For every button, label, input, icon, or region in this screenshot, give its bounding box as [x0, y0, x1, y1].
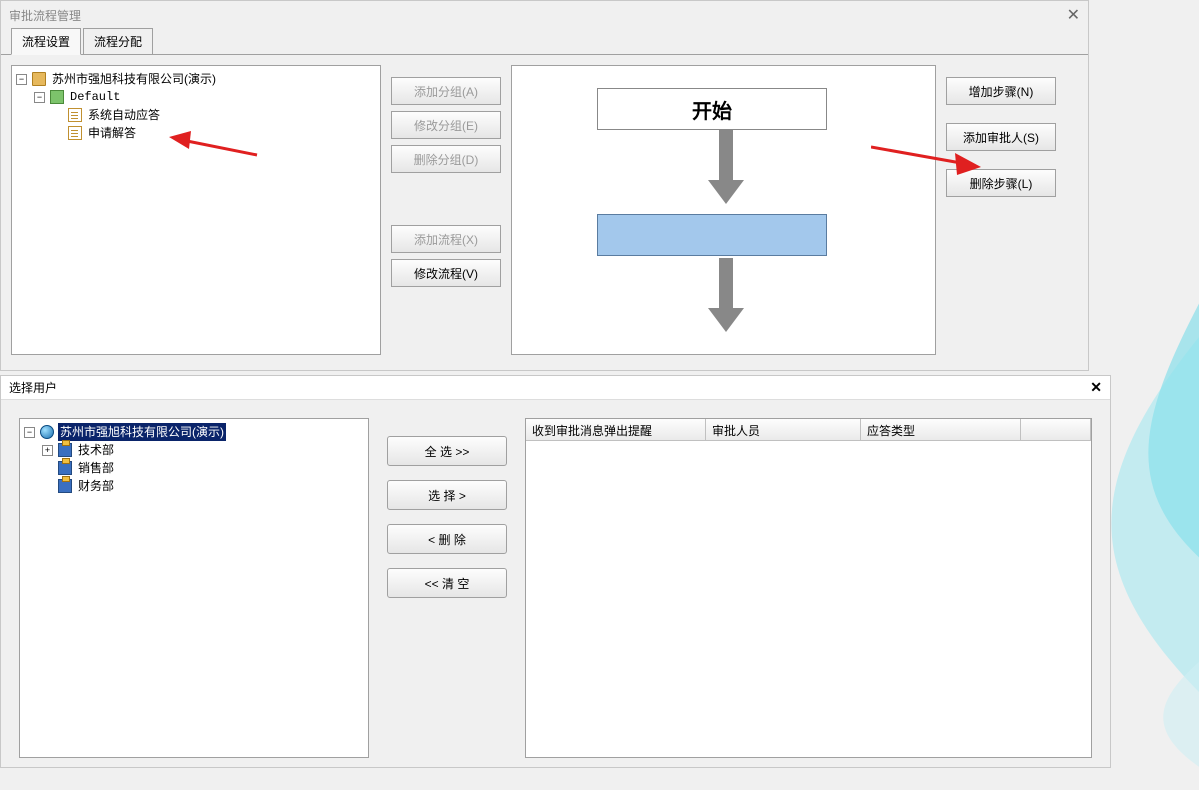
close-icon[interactable]: ✕	[1090, 379, 1102, 396]
remove-button[interactable]: < 删 除	[387, 524, 507, 554]
delete-group-button[interactable]: 删除分组(D)	[391, 145, 501, 173]
approval-flow-window: 审批流程管理 ✕ 流程设置 流程分配 − 苏州市强旭科技有限公司(演示) −	[0, 0, 1089, 371]
tab-flow-settings[interactable]: 流程设置	[11, 28, 81, 55]
user-tree-panel: − 苏州市强旭科技有限公司(演示) + 技术部	[19, 418, 369, 758]
grid-col-popup[interactable]: 收到审批消息弹出提醒	[526, 419, 706, 440]
arrow-down-icon	[708, 130, 744, 204]
step-buttons: 增加步骤(N) 添加审批人(S) 删除步骤(L)	[946, 65, 1056, 197]
collapse-icon[interactable]: −	[24, 427, 35, 438]
tree-autoreply[interactable]: 系统自动应答	[52, 106, 376, 124]
tree-root-company[interactable]: − 苏州市强旭科技有限公司(演示)	[24, 423, 364, 441]
win1-title: 审批流程管理	[9, 7, 81, 24]
select-button[interactable]: 选 择 >	[387, 480, 507, 510]
tree-root[interactable]: − 苏州市强旭科技有限公司(演示)	[16, 70, 376, 88]
picker-buttons: 全 选 >> 选 择 > < 删 除 << 清 空	[387, 418, 507, 598]
collapse-icon[interactable]: −	[34, 92, 45, 103]
edit-flow-button[interactable]: 修改流程(V)	[391, 259, 501, 287]
company-icon	[40, 425, 54, 439]
add-flow-button[interactable]: 添加流程(X)	[391, 225, 501, 253]
win1-titlebar: 审批流程管理 ✕	[1, 1, 1088, 29]
win2-title: 选择用户	[9, 379, 57, 396]
select-user-window: 选择用户 ✕ − 苏州市强旭科技有限公司(演示) + 技术部	[0, 375, 1111, 768]
tabs: 流程设置 流程分配	[1, 29, 1088, 55]
arrow-down-icon	[708, 258, 744, 332]
expand-icon[interactable]: +	[42, 445, 53, 456]
win2-titlebar: 选择用户 ✕	[1, 376, 1110, 400]
edit-group-button[interactable]: 修改分组(E)	[391, 111, 501, 139]
tree-dept-sales[interactable]: 销售部	[42, 459, 364, 477]
tree-dept-tech[interactable]: + 技术部	[42, 441, 364, 459]
clear-button[interactable]: << 清 空	[387, 568, 507, 598]
department-icon	[58, 479, 72, 493]
grid-col-response[interactable]: 应答类型	[861, 419, 1021, 440]
grid-header: 收到审批消息弹出提醒 审批人员 应答类型	[526, 419, 1091, 441]
group-buttons: 添加分组(A) 修改分组(E) 删除分组(D) 添加流程(X) 修改流程(V)	[391, 65, 501, 287]
flow-icon	[68, 108, 82, 122]
flow-step-node[interactable]	[597, 214, 827, 256]
tree-apply[interactable]: 申请解答	[52, 124, 376, 142]
add-group-button[interactable]: 添加分组(A)	[391, 77, 501, 105]
collapse-icon[interactable]: −	[16, 74, 27, 85]
flow-icon	[68, 126, 82, 140]
tree-dept-finance[interactable]: 财务部	[42, 477, 364, 495]
tab-flow-assign[interactable]: 流程分配	[83, 28, 153, 54]
tree-default[interactable]: − Default	[34, 88, 376, 106]
select-all-button[interactable]: 全 选 >>	[387, 436, 507, 466]
flow-start-node[interactable]: 开始	[597, 88, 827, 130]
grid-col-spacer	[1021, 419, 1091, 440]
grid-col-approver[interactable]: 审批人员	[706, 419, 861, 440]
add-step-button[interactable]: 增加步骤(N)	[946, 77, 1056, 105]
folder-icon	[32, 72, 46, 86]
flow-tree-panel: − 苏州市强旭科技有限公司(演示) − Default	[11, 65, 381, 355]
flow-tree[interactable]: − 苏州市强旭科技有限公司(演示) − Default	[16, 70, 376, 142]
delete-step-button[interactable]: 删除步骤(L)	[946, 169, 1056, 197]
user-tree[interactable]: − 苏州市强旭科技有限公司(演示) + 技术部	[24, 423, 364, 495]
close-icon[interactable]: ✕	[1067, 5, 1080, 25]
group-icon	[50, 90, 64, 104]
add-approver-button[interactable]: 添加审批人(S)	[946, 123, 1056, 151]
selected-users-grid[interactable]: 收到审批消息弹出提醒 审批人员 应答类型	[525, 418, 1092, 758]
flow-canvas: 开始	[511, 65, 936, 355]
department-icon	[58, 461, 72, 475]
department-icon	[58, 443, 72, 457]
